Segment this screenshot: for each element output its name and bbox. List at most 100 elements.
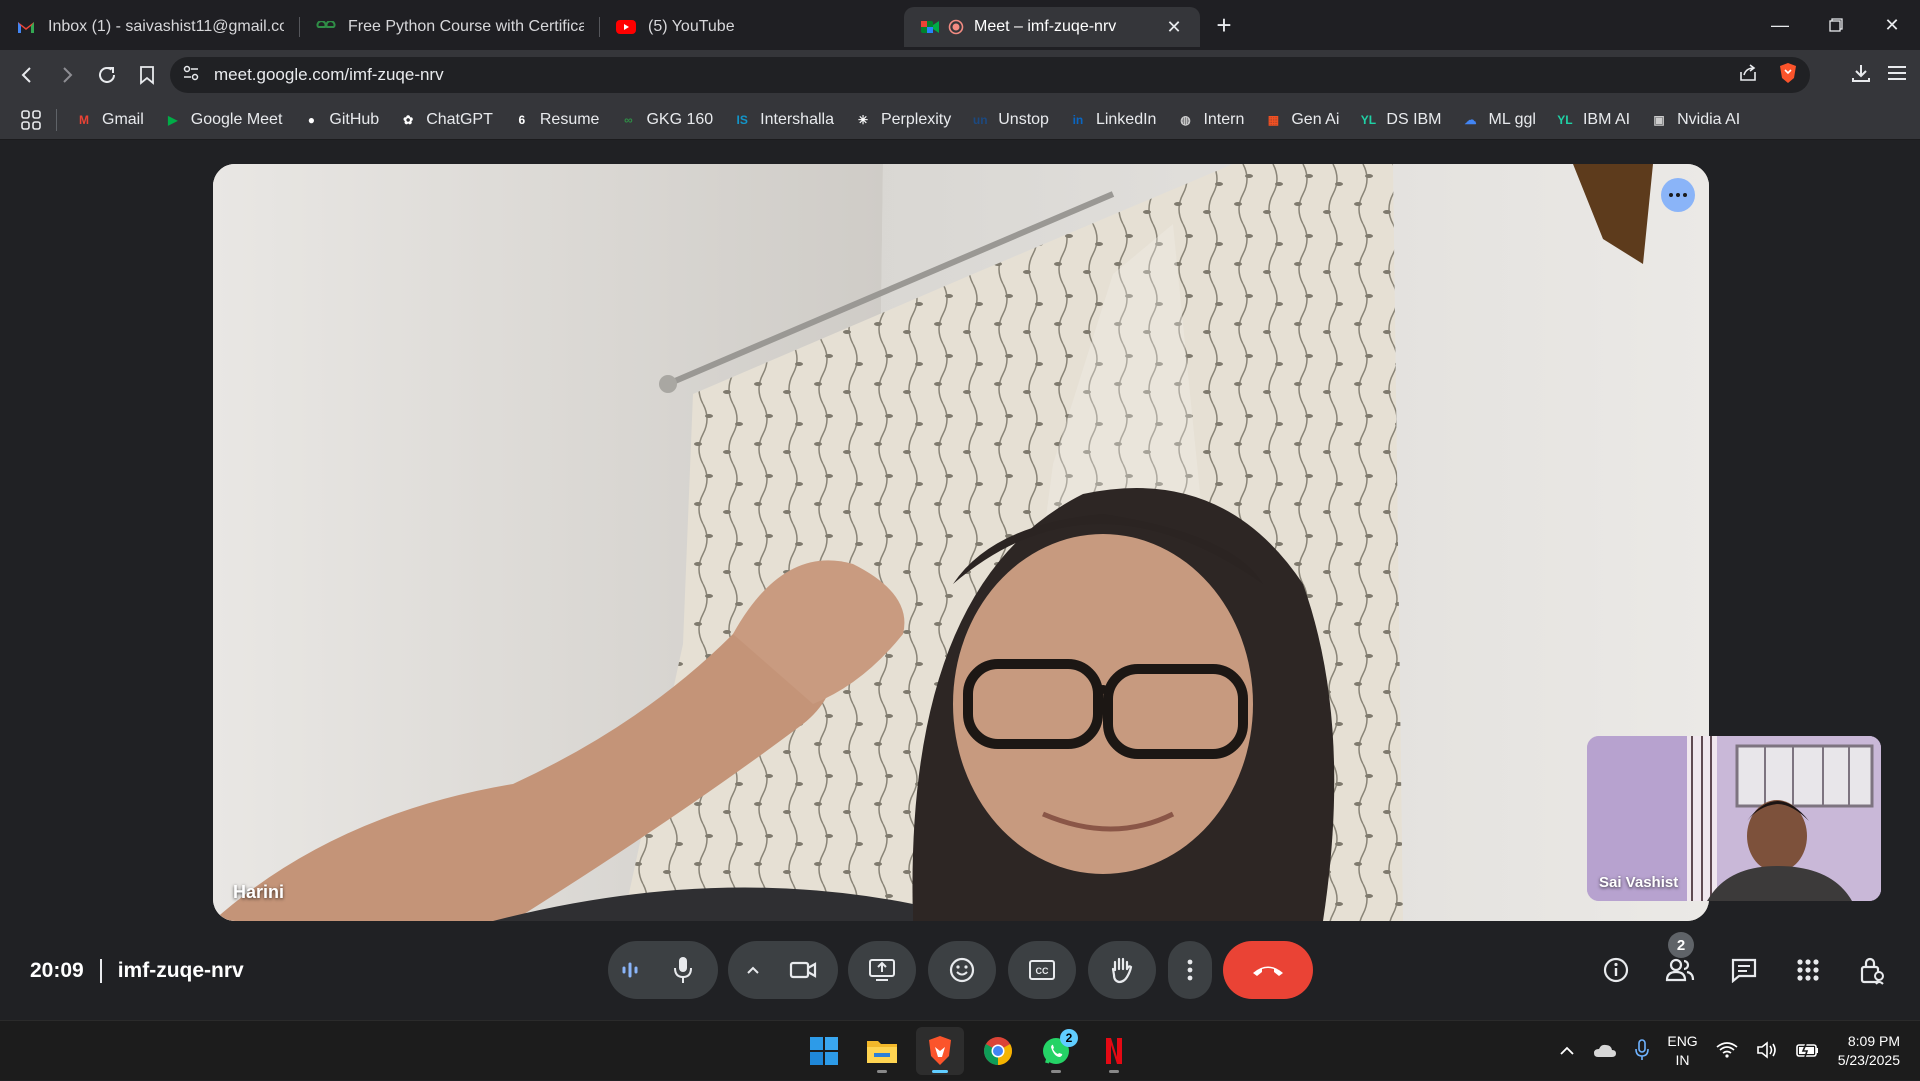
new-tab-button[interactable]: + <box>1204 5 1244 45</box>
bookmark-intershalla[interactable]: IS Intershalla <box>733 111 834 129</box>
region-code: IN <box>1675 1052 1690 1068</box>
ibm-skills-icon: YL <box>1557 112 1573 127</box>
url-text: meet.google.com/imf-zuqe-nrv <box>214 65 444 84</box>
host-controls-button[interactable] <box>1852 950 1892 990</box>
leave-call-button[interactable] <box>1223 941 1313 999</box>
bookmark-ibm-ai[interactable]: YL IBM AI <box>1556 111 1630 129</box>
reload-icon[interactable] <box>88 56 126 94</box>
bookmark-icon[interactable] <box>128 56 166 94</box>
taskbar-clock[interactable]: 8:09 PM 5/23/2025 <box>1838 1032 1900 1070</box>
captions-button[interactable]: CC <box>1008 941 1076 999</box>
file-explorer-icon[interactable] <box>858 1027 906 1075</box>
chat-button[interactable] <box>1724 950 1764 990</box>
chevron-up-icon[interactable] <box>1559 1043 1575 1059</box>
activities-button[interactable] <box>1788 950 1828 990</box>
audio-level-icon <box>620 961 640 979</box>
gmail-icon <box>16 17 36 37</box>
bookmark-intern[interactable]: ◍ Intern <box>1176 111 1244 129</box>
bookmark-nvidia-ai[interactable]: ▣ Nvidia AI <box>1650 111 1740 129</box>
self-participant-name: Sai Vashist <box>1599 874 1679 891</box>
brave-icon[interactable] <box>916 1027 964 1075</box>
camera-control-group <box>728 941 838 999</box>
bookmark-label: Google Meet <box>190 110 283 128</box>
bookmark-label: Intershalla <box>760 110 834 128</box>
bookmark-github[interactable]: ● GitHub <box>302 111 379 129</box>
tab-title: Inbox (1) - saivashist11@gmail.com <box>48 18 284 35</box>
apps-grid-icon[interactable] <box>20 109 42 131</box>
raise-hand-button[interactable] <box>1088 941 1156 999</box>
more-options-button[interactable] <box>1168 941 1212 999</box>
tab-python-course[interactable]: Free Python Course with Certificate <box>300 7 600 47</box>
meeting-side-controls: 2 <box>1596 932 1892 999</box>
ibm-skills-icon: YL <box>1360 112 1377 127</box>
bookmark-label: Gen Ai <box>1291 110 1340 128</box>
menu-icon[interactable] <box>1886 64 1908 87</box>
present-screen-button[interactable] <box>848 941 916 999</box>
people-icon <box>1665 958 1695 982</box>
bookmark-label: DS IBM <box>1386 110 1442 128</box>
chat-icon <box>1731 958 1757 983</box>
bookmark-resume[interactable]: 6 Resume <box>513 111 600 129</box>
chrome-icon[interactable] <box>974 1027 1022 1075</box>
netflix-icon[interactable] <box>1090 1027 1138 1075</box>
meeting-details-button[interactable] <box>1596 950 1636 990</box>
gfg-icon <box>316 17 336 37</box>
camera-button[interactable] <box>780 947 826 993</box>
end-call-icon <box>1253 966 1283 976</box>
more-options-icon[interactable] <box>1661 178 1695 212</box>
bookmark-ml-ggl[interactable]: ☁ ML ggl <box>1462 111 1536 129</box>
bookmark-label: Gmail <box>102 110 144 128</box>
minimize-icon[interactable]: — <box>1752 0 1808 50</box>
mic-control-group <box>608 941 718 999</box>
system-tray: ENG IN 8:09 PM 5/23/2025 <box>1559 1021 1900 1081</box>
tab-gmail[interactable]: Inbox (1) - saivashist11@gmail.com <box>0 7 300 47</box>
wifi-icon[interactable] <box>1716 1041 1738 1062</box>
tab-title: (5) YouTube <box>648 18 735 35</box>
microphone-button[interactable] <box>660 947 706 993</box>
brave-shields-icon[interactable] <box>1778 62 1798 89</box>
emoji-icon <box>949 957 975 983</box>
whatsapp-icon[interactable]: 2 <box>1032 1027 1080 1075</box>
address-bar[interactable]: meet.google.com/imf-zuqe-nrv <box>170 57 1810 93</box>
bookmark-label: Resume <box>539 110 600 128</box>
back-icon[interactable] <box>8 56 46 94</box>
people-button[interactable]: 2 <box>1660 932 1700 990</box>
bookmark-google-meet[interactable]: ▶ Google Meet <box>164 110 283 129</box>
lock-person-icon <box>1860 957 1884 985</box>
close-window-icon[interactable]: ✕ <box>1864 0 1920 50</box>
reactions-button[interactable] <box>928 941 996 999</box>
bookmark-gen-ai[interactable]: ▦ Gen Ai <box>1264 110 1340 129</box>
share-icon[interactable] <box>1738 63 1758 88</box>
self-video-tile[interactable]: Sai Vashist <box>1587 736 1881 901</box>
bookmark-ds-ibm[interactable]: YL DS IBM <box>1359 110 1442 129</box>
apps-grid-icon <box>1797 959 1819 981</box>
downloads-icon[interactable] <box>1850 62 1872 89</box>
meeting-time: 20:09 <box>30 959 84 982</box>
battery-charging-icon[interactable] <box>1795 1042 1820 1061</box>
bookmark-label: Intern <box>1203 110 1245 128</box>
chevron-up-icon[interactable] <box>746 965 760 975</box>
bookmark-gmail[interactable]: M Gmail <box>75 111 144 129</box>
video-frame <box>213 164 1709 921</box>
bookmark-linkedin[interactable]: in LinkedIn <box>1069 111 1157 129</box>
closed-captions-icon: CC <box>1029 960 1055 980</box>
site-settings-icon[interactable] <box>182 64 200 87</box>
bookmark-unstop[interactable]: un Unstop <box>971 111 1049 129</box>
microphone-in-use-icon[interactable] <box>1635 1038 1650 1064</box>
participant-video-main[interactable]: Harini <box>213 164 1709 921</box>
volume-icon[interactable] <box>1756 1040 1778 1062</box>
language-indicator[interactable]: ENG IN <box>1667 1032 1697 1070</box>
clock-date: 5/23/2025 <box>1837 1052 1900 1068</box>
bookmark-gkg-160[interactable]: ∞ GKG 160 <box>619 111 713 129</box>
forward-icon[interactable] <box>48 56 86 94</box>
onedrive-icon[interactable] <box>1593 1042 1617 1061</box>
meeting-code: imf-zuqe-nrv <box>117 959 244 982</box>
windows-start-icon[interactable] <box>800 1027 848 1075</box>
bookmark-chatgpt[interactable]: ✿ ChatGPT <box>399 111 493 129</box>
bookmark-perplexity[interactable]: ✳ Perplexity <box>854 111 951 129</box>
tab-youtube[interactable]: (5) YouTube <box>600 7 900 47</box>
restore-icon[interactable] <box>1808 0 1864 50</box>
close-tab-icon[interactable]: ✕ <box>1164 17 1184 37</box>
tab-meet[interactable]: Meet – imf-zuqe-nrv ✕ <box>904 7 1200 47</box>
windows-taskbar: 2 ENG IN 8:09 PM 5/23/2025 <box>0 1020 1920 1080</box>
